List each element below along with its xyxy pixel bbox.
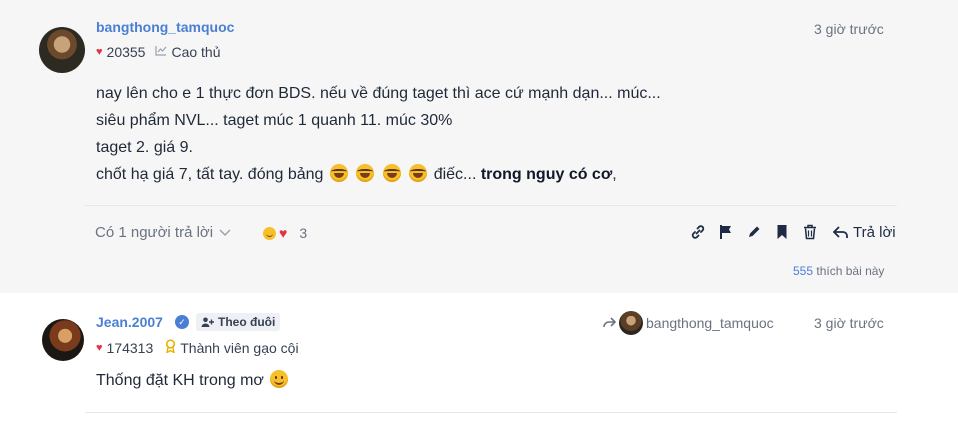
avatar[interactable] [42,319,84,361]
avatar[interactable] [39,27,85,73]
laugh-emoji-icon [409,164,428,182]
post-time[interactable]: 3 giờ trước [814,21,884,37]
bookmark-icon[interactable] [773,223,791,241]
replies-label: Có 1 người trả lời [95,224,214,241]
author-meta: ♥ 174313 Thành viên gạo cội [96,339,299,356]
post-content: nay lên cho e 1 thực đơn BDS. nếu về đún… [96,80,661,188]
author-meta: ♥ 20355 Cao thủ [96,44,221,60]
heart-icon: ♥ [96,46,103,58]
bold-text: trong nguy có cơ [480,166,613,183]
laugh-emoji-icon [382,164,401,182]
laugh-emoji-icon [356,164,375,182]
reactions-summary[interactable]: ♥ 3 [263,225,307,241]
reaction-count: 3 [299,225,308,241]
quoted-username[interactable]: bangthong_tamquoc [646,315,774,331]
post-actions: Trả lời [689,223,896,241]
reply-arrow-icon [833,225,848,238]
divider [85,205,897,206]
smile-emoji-icon [270,370,289,388]
reputation-count: 20355 [106,44,146,60]
trash-icon[interactable] [801,223,819,241]
content-line: nay lên cho e 1 thực đơn BDS. nếu về đún… [96,85,661,102]
chevron-down-icon [219,226,231,240]
share-arrow-icon [603,316,617,331]
laugh-emoji-icon [329,164,348,182]
reply-button[interactable]: Trả lời [833,224,896,241]
heart-icon: ♥ [96,341,103,354]
divider [85,412,897,413]
post-author-username[interactable]: bangthong_tamquoc [96,19,234,35]
chart-icon [155,45,167,59]
rank-label: Cao thủ [171,44,221,60]
smile-reaction-icon [263,226,276,240]
content-text: , [612,166,617,183]
reply-label: Trả lời [853,223,896,241]
post-content: Thống đặt KH trong mơ [96,370,290,390]
post-time[interactable]: 3 giờ trước [814,315,884,331]
content-line: siêu phẩm NVL... taget múc 1 quanh 11. m… [96,112,453,129]
likes-count[interactable]: 555 [793,264,813,278]
heart-reaction-icon: ♥ [279,225,288,241]
replies-toggle[interactable]: Có 1 người trả lời [95,224,231,241]
content-text: Thống đặt KH trong mơ [96,372,264,389]
follow-label: Theo đuôi [218,315,276,329]
likes-summary[interactable]: 555 thích bài này [793,264,884,278]
content-line: chốt hạ giá 7, tất tay. đóng bảng điếc..… [96,161,661,188]
rank-label: Thành viên gạo cội [180,339,299,356]
reputation-count: 174313 [106,339,154,356]
post-author-username[interactable]: Jean.2007 [96,314,163,330]
follow-button[interactable]: Theo đuôi [196,313,281,331]
content-text: chốt hạ giá 7, tất tay. đóng bảng [96,166,324,183]
verified-check-icon: ✓ [175,315,189,329]
medal-icon [165,339,176,356]
link-icon[interactable] [689,223,707,241]
quoted-user-avatar[interactable] [619,311,643,335]
likes-label: thích bài này [813,264,885,278]
content-text: điếc... [429,166,481,183]
edit-pencil-icon[interactable] [745,223,763,241]
flag-icon[interactable] [717,223,735,241]
post-1: bangthong_tamquoc ♥ 20355 Cao thủ 3 giờ … [0,0,958,293]
content-line: taget 2. giá 9. [96,139,193,156]
add-user-icon [201,317,214,327]
